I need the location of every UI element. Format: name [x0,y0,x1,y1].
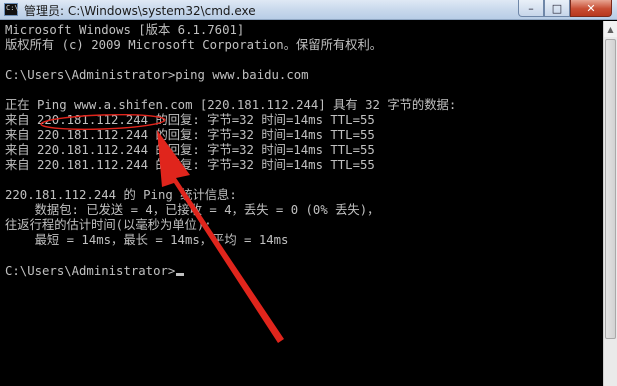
window-title: 管理员: C:\Windows\system32\cmd.exe [24,4,256,18]
minimize-button[interactable]: – [518,0,544,17]
console-line: 来自 220.181.112.244 的回复: 字节=32 时间=14ms TT… [5,143,375,157]
title-bar[interactable]: 管理员: C:\Windows\system32\cmd.exe – □ ✕ [0,0,617,20]
console-output[interactable]: Microsoft Windows [版本 6.1.7601] 版权所有 (c)… [3,21,603,386]
console-line: 往返行程的估计时间(以毫秒为单位): [5,218,212,232]
maximize-button[interactable]: □ [544,0,570,17]
console-line: 来自 220.181.112.244 的回复: 字节=32 时间=14ms TT… [5,158,375,172]
console-line: 数据包: 已发送 = 4，已接收 = 4，丢失 = 0 (0% 丢失)， [5,203,380,217]
cmd-icon [4,3,19,16]
scroll-up-arrow-icon[interactable]: ▲ [604,21,617,37]
console-line: 正在 Ping www.a.shifen.com [220.181.112.24… [5,98,457,112]
text-cursor [176,273,185,276]
console-line: 220.181.112.244 的 Ping 统计信息: [5,188,237,202]
caption-buttons: – □ ✕ [518,0,612,19]
console-line: 最短 = 14ms，最长 = 14ms，平均 = 14ms [5,233,289,247]
console-prompt-line: C:\Users\Administrator> [5,264,185,279]
console-prompt: C:\Users\Administrator> [5,264,176,278]
scrollbar-thumb[interactable] [605,39,616,339]
console-line: Microsoft Windows [版本 6.1.7601] [5,23,245,37]
console-line: 来自 220.181.112.244 的回复: 字节=32 时间=14ms TT… [5,113,375,127]
console-line: C:\Users\Administrator>ping www.baidu.co… [5,68,309,82]
console-line: 来自 220.181.112.244 的回复: 字节=32 时间=14ms TT… [5,128,375,142]
console-line: 版权所有 (c) 2009 Microsoft Corporation。保留所有… [5,38,383,52]
cmd-window: 管理员: C:\Windows\system32\cmd.exe – □ ✕ M… [0,0,617,386]
vertical-scrollbar[interactable]: ▲ [603,21,617,386]
close-button[interactable]: ✕ [570,0,612,17]
